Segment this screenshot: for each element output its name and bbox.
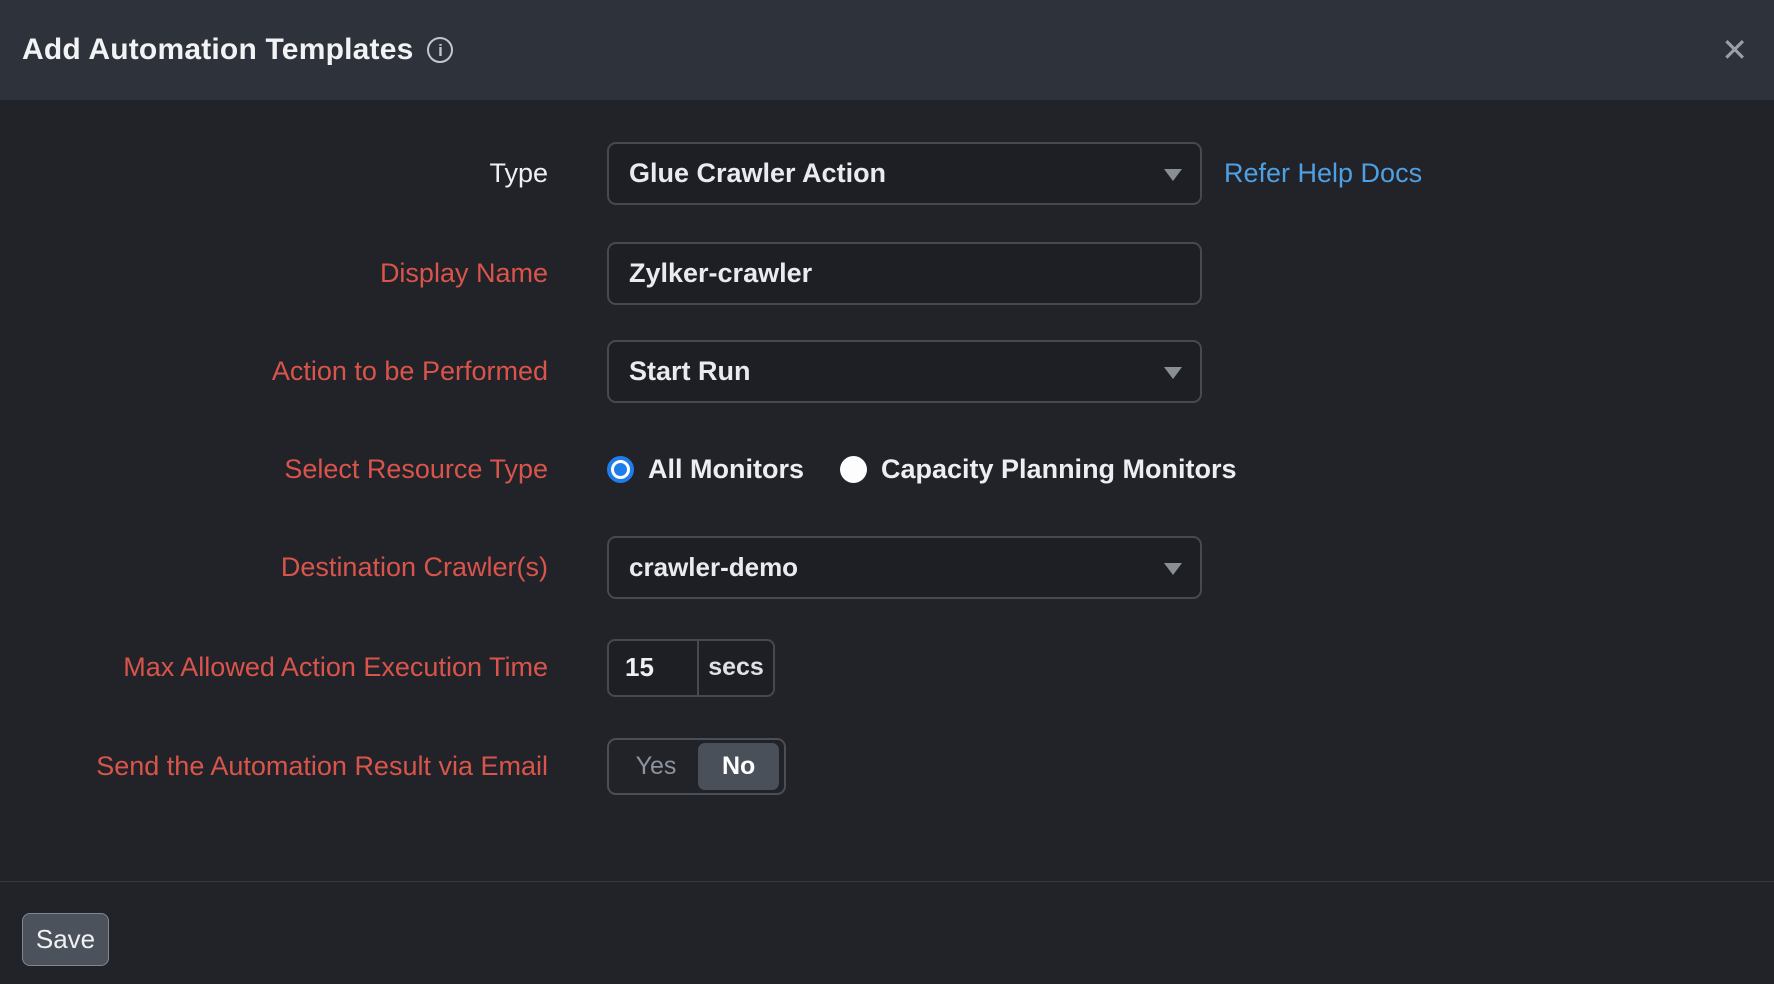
type-label: Type (0, 158, 548, 189)
type-select-value: Glue Crawler Action (629, 158, 886, 189)
close-icon[interactable]: ✕ (1721, 34, 1748, 66)
email-result-row: Send the Automation Result via Email Yes… (0, 735, 1774, 798)
destination-crawler-select[interactable]: crawler-demo (607, 536, 1202, 599)
email-result-toggle: Yes No (607, 738, 786, 795)
max-execution-time-group: secs (607, 639, 775, 697)
dialog-header: Add Automation Templates i ✕ (0, 0, 1774, 100)
footer-divider (0, 881, 1774, 882)
resource-type-radio-group: All Monitors Capacity Planning Monitors (607, 454, 1237, 485)
action-row: Action to be Performed Start Run (0, 340, 1774, 403)
toggle-yes-option[interactable]: Yes (614, 752, 698, 781)
resource-type-label: Select Resource Type (0, 454, 548, 485)
destination-crawler-label: Destination Crawler(s) (0, 552, 548, 583)
radio-capacity-planning-monitors[interactable]: Capacity Planning Monitors (840, 454, 1237, 485)
max-execution-time-row: Max Allowed Action Execution Time secs (0, 636, 1774, 699)
chevron-down-icon (1164, 169, 1182, 181)
chevron-down-icon (1164, 367, 1182, 379)
destination-crawler-select-value: crawler-demo (629, 552, 798, 583)
display-name-label: Display Name (0, 258, 548, 289)
radio-all-monitors[interactable]: All Monitors (607, 454, 804, 485)
toggle-no-option[interactable]: No (698, 743, 779, 790)
add-automation-templates-dialog: Add Automation Templates i ✕ Type Glue C… (0, 0, 1774, 984)
dialog-title: Add Automation Templates (22, 33, 413, 67)
info-icon[interactable]: i (427, 37, 453, 63)
radio-capacity-planning-monitors-label: Capacity Planning Monitors (881, 454, 1237, 485)
email-result-label: Send the Automation Result via Email (0, 751, 548, 782)
save-button[interactable]: Save (22, 913, 109, 966)
type-row: Type Glue Crawler Action Refer Help Docs (0, 142, 1774, 205)
chevron-down-icon (1164, 563, 1182, 575)
type-select[interactable]: Glue Crawler Action (607, 142, 1202, 205)
max-execution-time-unit: secs (697, 641, 773, 695)
destination-crawler-row: Destination Crawler(s) crawler-demo (0, 536, 1774, 599)
radio-selected-icon[interactable] (607, 456, 634, 483)
max-execution-time-label: Max Allowed Action Execution Time (0, 652, 548, 683)
radio-all-monitors-label: All Monitors (648, 454, 804, 485)
action-select-value: Start Run (629, 356, 751, 387)
action-label: Action to be Performed (0, 356, 548, 387)
display-name-row: Display Name (0, 242, 1774, 305)
max-execution-time-input[interactable] (609, 641, 697, 695)
refer-help-docs-link[interactable]: Refer Help Docs (1224, 158, 1422, 189)
radio-unselected-icon[interactable] (840, 456, 867, 483)
display-name-input[interactable] (607, 242, 1202, 305)
resource-type-row: Select Resource Type All Monitors Capaci… (0, 438, 1774, 501)
action-select[interactable]: Start Run (607, 340, 1202, 403)
